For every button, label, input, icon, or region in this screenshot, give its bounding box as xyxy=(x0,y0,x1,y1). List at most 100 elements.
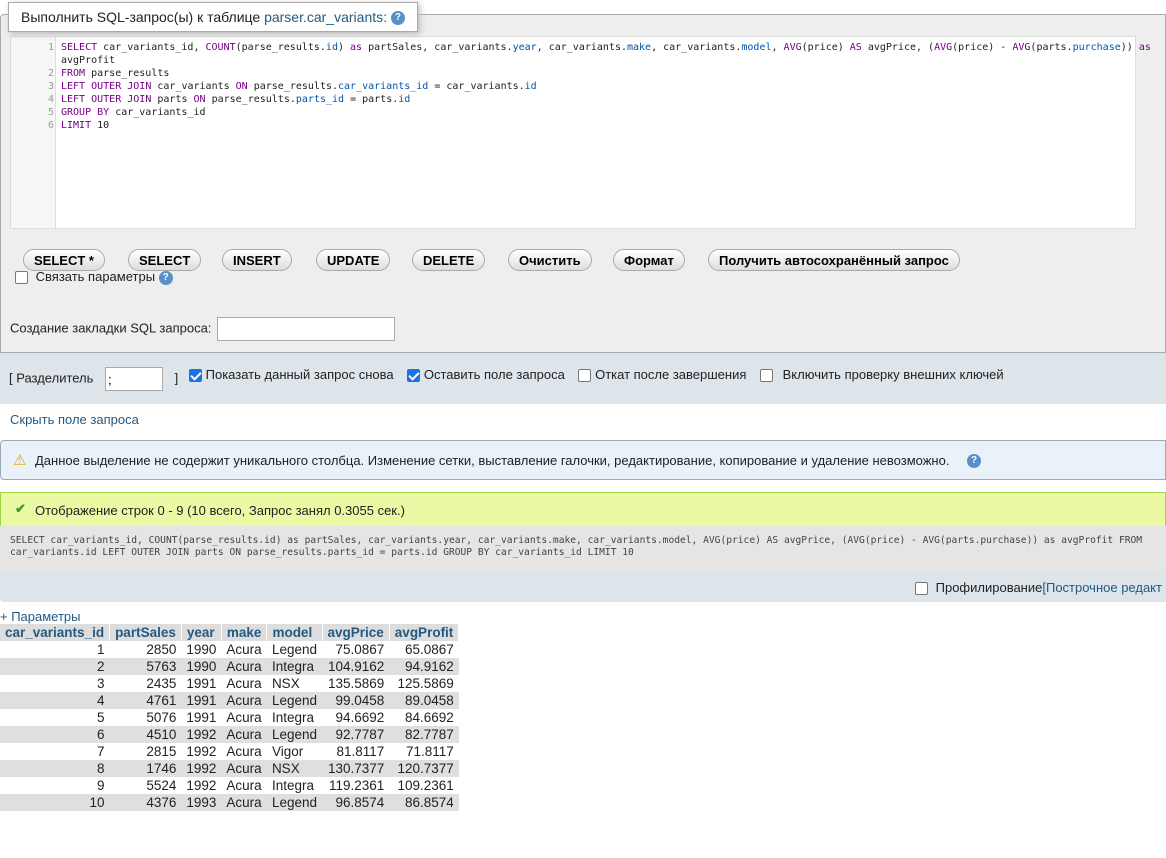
cell-model: Integra xyxy=(271,778,314,793)
format-button[interactable]: Формат xyxy=(613,249,685,271)
code-line: 4 LEFT OUTER JOIN parts ON parse_results.… xyxy=(11,93,1135,106)
code-text: FROM parse_results xyxy=(61,68,170,79)
table-row: 5 5076 1991 Acura Integra 94.6692 84.6692 xyxy=(0,709,459,726)
bind-params-checkbox[interactable] xyxy=(15,271,28,285)
select-button[interactable]: SELECT xyxy=(128,249,202,271)
column-header-year[interactable]: year xyxy=(181,624,222,641)
profiling-checkbox[interactable] xyxy=(915,582,928,596)
table-row: 7 2815 1992 Acura Vigor 81.8117 71.8117 xyxy=(0,743,459,760)
cell-car_variants_id: 1 xyxy=(97,642,105,657)
cell-partSales: 5076 xyxy=(146,710,177,725)
cell-make: Acura xyxy=(226,642,262,657)
column-header-avgPrice[interactable]: avgPrice xyxy=(322,624,390,641)
panel-title: Выполнить SQL-запрос(ы) к таблице parser… xyxy=(8,2,418,33)
cell-avgPrice: 99.0458 xyxy=(322,692,390,709)
cell-car_variants_id: 2 xyxy=(0,658,110,675)
table-name-link[interactable]: parser.car_variants: xyxy=(264,9,387,25)
rollback-checkbox[interactable] xyxy=(578,369,592,383)
cell-year: 1992 xyxy=(181,760,222,777)
cell-avgPrice: 119.2361 xyxy=(328,778,385,793)
cell-car_variants_id: 7 xyxy=(97,744,105,759)
cell-car_variants_id: 10 xyxy=(0,794,110,811)
cell-avgProfit: 94.9162 xyxy=(389,658,459,675)
cell-make: Acura xyxy=(221,658,267,675)
show-again-label: Показать данный запрос снова xyxy=(205,367,394,382)
column-header-make[interactable]: make xyxy=(221,624,268,641)
cell-avgPrice: 104.9162 xyxy=(322,658,390,675)
cell-model: Legend xyxy=(266,794,322,811)
table-row: 6 4510 1992 Acura Legend 92.7787 82.7787 xyxy=(0,726,459,743)
help-icon[interactable]: ? xyxy=(158,270,173,285)
clear-button[interactable]: Очистить xyxy=(508,249,592,271)
code-text: LEFT OUTER JOIN parts ON parse_results.p… xyxy=(61,94,411,105)
cell-car_variants_id: 3 xyxy=(97,676,105,691)
inline-edit-link[interactable]: [Построчное редакт xyxy=(1042,580,1162,595)
warning-icon: ⚠ xyxy=(13,452,27,469)
code-line: 1 SELECT car_variants_id, COUNT(parse_res… xyxy=(11,41,1151,54)
notice-message: ⚠ Данное выделение не содержит уникально… xyxy=(0,440,1166,480)
delimiter-label: [ Разделитель xyxy=(9,370,94,386)
cell-make: Acura xyxy=(226,778,262,793)
profiling-bar: Профилирование[Построчное редакт xyxy=(0,572,1166,602)
code-text: LEFT OUTER JOIN car_variants ON parse_re… xyxy=(61,81,537,92)
cell-partSales: 5524 xyxy=(146,778,177,793)
rollback-label: Откат после завершения xyxy=(595,367,747,382)
cell-avgPrice: 81.8117 xyxy=(336,744,385,759)
params-link[interactable]: + Параметры xyxy=(0,609,81,624)
delimiter-input[interactable] xyxy=(105,367,164,391)
cell-model: Legend xyxy=(271,642,317,657)
cell-partSales: 4510 xyxy=(109,726,182,743)
cell-avgProfit: 65.0867 xyxy=(405,642,454,657)
update-button[interactable]: UPDATE xyxy=(316,249,391,271)
help-icon[interactable]: ? xyxy=(967,454,981,468)
cell-make: Acura xyxy=(221,794,267,811)
cell-make: Acura xyxy=(221,726,267,743)
table-row: 9 5524 1992 Acura Integra 119.2361 109.2361 xyxy=(0,777,459,794)
cell-partSales: 5763 xyxy=(109,658,182,675)
autosave-button[interactable]: Получить автосохранённый запрос xyxy=(708,249,960,271)
line-number: 5 xyxy=(47,107,54,118)
cell-partSales: 1746 xyxy=(109,760,182,777)
notice-text: Данное выделение не содержит уникального… xyxy=(35,453,950,468)
column-header-partSales[interactable]: partSales xyxy=(109,624,182,641)
cell-car_variants_id: 9 xyxy=(97,778,105,793)
cell-model: Integra xyxy=(271,710,314,725)
cell-partSales: 4376 xyxy=(109,794,182,811)
select-star-button[interactable]: SELECT * xyxy=(23,249,105,271)
hide-query-link[interactable]: Скрыть поле запроса xyxy=(10,412,139,427)
code-text: GROUP BY car_variants_id xyxy=(61,107,206,118)
fk-check-checkbox[interactable] xyxy=(760,369,774,383)
line-number: 6 xyxy=(47,120,54,131)
checkmark-icon: ✔ xyxy=(15,501,26,516)
insert-button[interactable]: INSERT xyxy=(222,249,292,271)
results-table: car_variants_id partSales year make model avg… xyxy=(0,624,460,811)
bookmark-input[interactable] xyxy=(217,317,396,341)
delete-button[interactable]: DELETE xyxy=(412,249,486,271)
help-icon[interactable]: ? xyxy=(390,11,405,26)
code-line: 2 FROM parse_results xyxy=(11,67,1135,80)
cell-avgProfit: 125.5869 xyxy=(397,676,454,691)
column-header-model[interactable]: model xyxy=(266,624,323,641)
cell-year: 1992 xyxy=(181,726,222,743)
cell-avgProfit: 89.0458 xyxy=(389,692,459,709)
cell-make: Acura xyxy=(226,744,262,759)
cell-year: 1990 xyxy=(181,658,222,675)
table-row: 3 2435 1991 Acura NSX 135.5869 125.5869 xyxy=(0,675,459,692)
cell-avgPrice: 135.5869 xyxy=(327,676,385,691)
cell-model: Legend xyxy=(266,692,322,709)
column-header-car_variants_id[interactable]: car_variants_id xyxy=(0,624,111,641)
cell-avgPrice: 96.8574 xyxy=(322,794,390,811)
fk-check-label: Включить проверку внешних ключей xyxy=(782,367,1004,382)
bind-params-label: Связать параметры xyxy=(35,269,156,284)
cell-car_variants_id: 4 xyxy=(0,692,110,709)
cell-make: Acura xyxy=(226,710,262,725)
cell-model: Integra xyxy=(266,658,322,675)
profiling-label: Профилирование xyxy=(935,580,1043,595)
sql-editor[interactable]: 1 SELECT car_variants_id, COUNT(parse_res… xyxy=(10,36,1151,229)
column-header-avgProfit[interactable]: avgProfit xyxy=(389,624,460,641)
cell-avgProfit: 120.7377 xyxy=(389,760,459,777)
cell-avgPrice: 94.6692 xyxy=(335,710,385,725)
keep-box-label: Оставить поле запроса xyxy=(423,367,565,382)
show-again-checkbox[interactable] xyxy=(189,369,202,383)
keep-box-checkbox[interactable] xyxy=(407,369,421,383)
